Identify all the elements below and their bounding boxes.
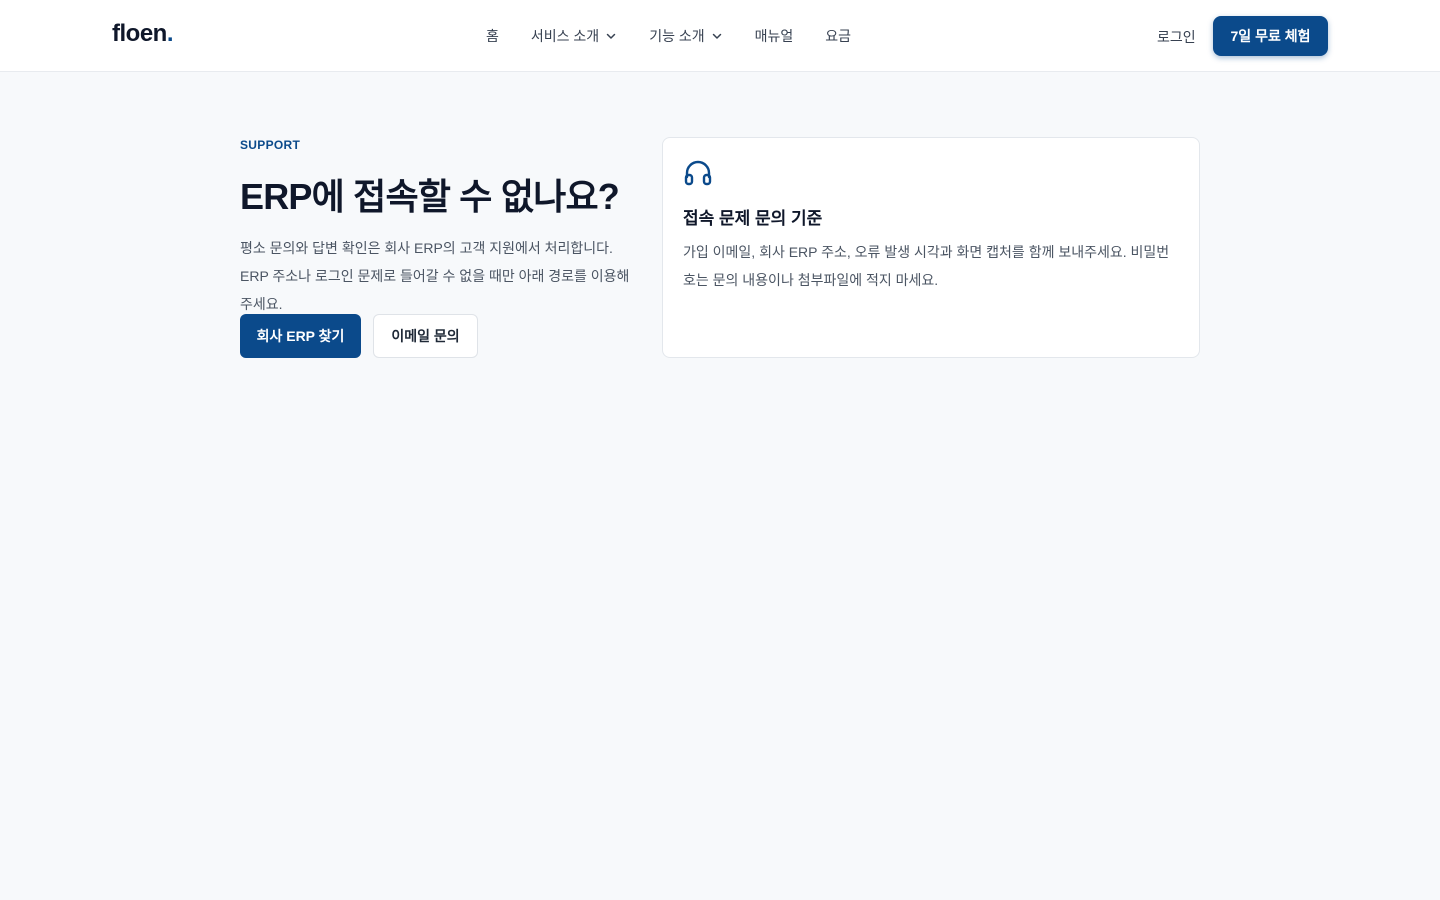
page-description: 평소 문의와 답변 확인은 회사 ERP의 고객 지원에서 처리합니다. ERP… [240,240,630,312]
logo-dot: . [166,20,174,47]
inquiry-guideline-card: 접속 문제 문의 기준 가입 이메일, 회사 ERP 주소, 오류 발생 시각과… [662,137,1200,358]
nav-item-home[interactable]: 홈 [486,26,499,46]
email-inquiry-button[interactable]: 이메일 문의 [373,314,478,358]
page-title: ERP에 접속할 수 없나요? [240,176,620,217]
nav-item-service-intro[interactable]: 서비스 소개 [531,26,617,46]
top-navigation-bar: floen. 홈 서비스 소개 기능 소개 매뉴얼 요금 로그인 7일 무료 체… [0,0,1440,72]
nav-item-label: 서비스 소개 [530,28,600,44]
nav-item-pricing[interactable]: 요금 [825,26,851,46]
card-title: 접속 문제 문의 기준 [683,209,823,228]
logo[interactable]: floen. [112,20,174,48]
chevron-down-icon [606,33,616,39]
section-eyebrow: SUPPORT [240,138,301,152]
nav-item-label: 홈 [486,28,499,44]
free-trial-button[interactable]: 7일 무료 체험 [1213,16,1328,56]
find-company-erp-button[interactable]: 회사 ERP 찾기 [240,314,361,358]
nav-item-features[interactable]: 기능 소개 [649,26,722,46]
chevron-down-icon [712,33,721,39]
nav-item-manual[interactable]: 매뉴얼 [755,26,794,46]
main-nav: 홈 서비스 소개 기능 소개 매뉴얼 요금 [486,0,883,72]
card-body: 가입 이메일, 회사 ERP 주소, 오류 발생 시각과 화면 캡처를 함께 보… [683,244,1170,288]
headphones-icon [684,160,712,186]
nav-item-label: 기능 소개 [649,28,705,44]
login-link[interactable]: 로그인 [1157,27,1196,47]
logo-text: floen [112,20,167,47]
nav-item-label: 요금 [825,28,852,44]
nav-item-label: 매뉴얼 [754,28,794,44]
